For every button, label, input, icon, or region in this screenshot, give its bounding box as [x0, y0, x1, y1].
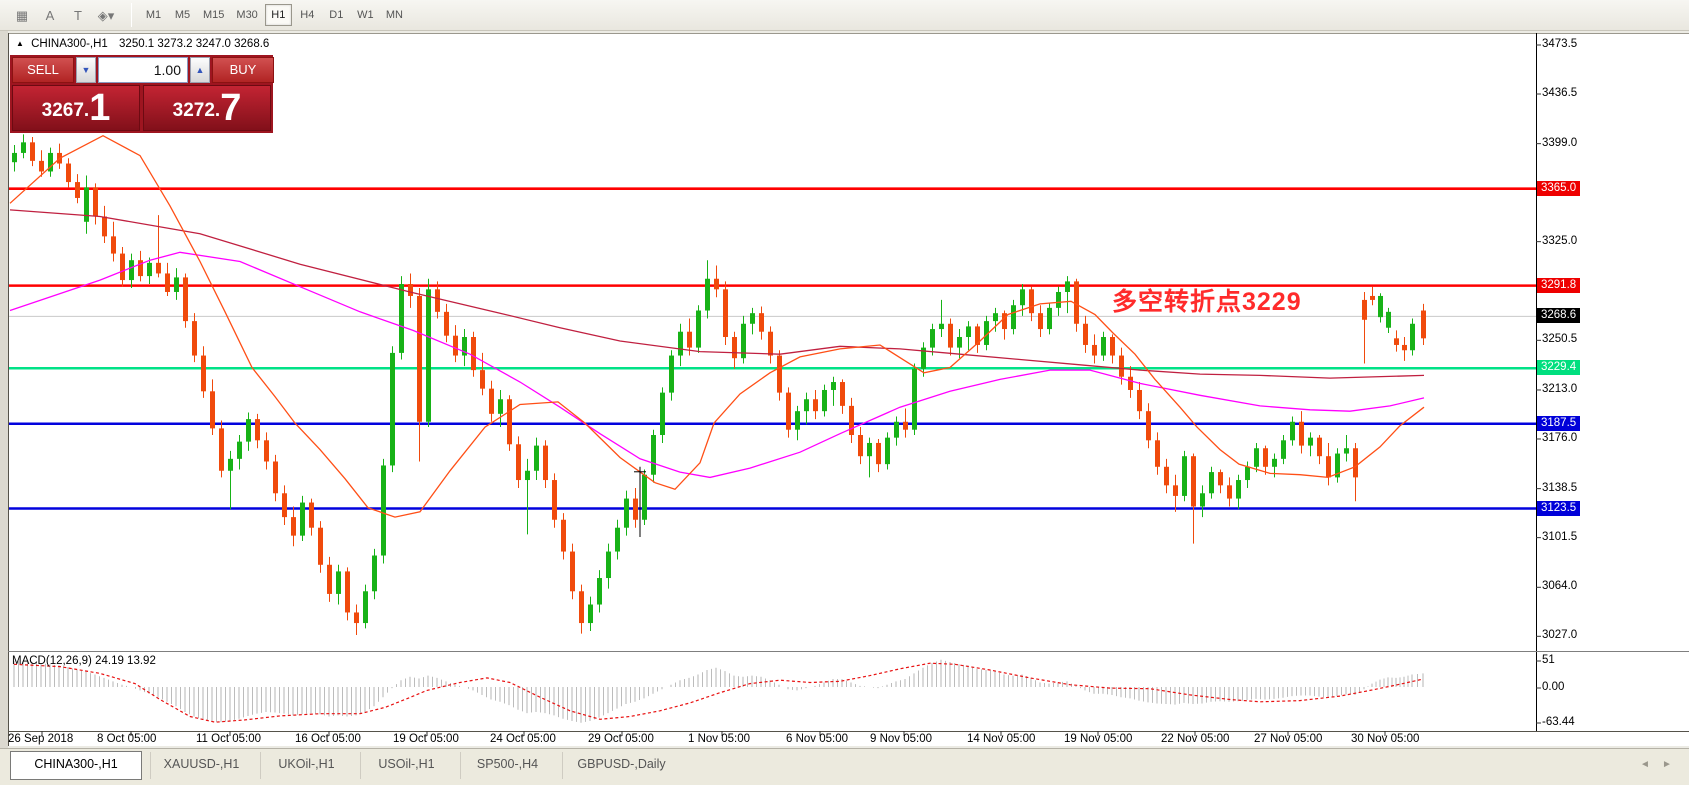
price-level-badge: 3291.8 — [1537, 277, 1581, 293]
timeframe-button-h4[interactable]: H4 — [294, 4, 321, 26]
time-axis-label: 14 Nov 05:00 — [967, 733, 1036, 745]
time-axis-label: 11 Oct 05:00 — [196, 733, 261, 745]
time-axis-label: 9 Nov 05:00 — [870, 733, 933, 745]
collapse-triangle-icon[interactable]: ▲ — [16, 39, 24, 48]
macd-axis-label: 51 — [1542, 654, 1555, 666]
chart-ohlc-values: 3250.1 3273.2 3247.0 3268.6 — [119, 38, 270, 50]
time-axis-label: 19 Nov 05:00 — [1064, 733, 1133, 745]
ask-price-pips: 7 — [220, 87, 242, 129]
bid-price-display[interactable]: 3267 . 1 — [12, 85, 140, 131]
macd-axis-label: -63.44 — [1542, 716, 1575, 728]
time-axis-label: 27 Nov 05:00 — [1254, 733, 1323, 745]
volume-increase-button[interactable]: ▲ — [190, 57, 210, 83]
chart-title: ▲ CHINA300-,H1 3250.1 3273.2 3247.0 3268… — [16, 38, 269, 50]
timeframe-button-m1[interactable]: M1 — [140, 4, 167, 26]
chart-tab-gbpusd[interactable]: GBPUSD-,Daily — [562, 752, 680, 779]
time-axis-label: 6 Nov 05:00 — [786, 733, 849, 745]
time-axis-label: 8 Oct 05:00 — [97, 733, 157, 745]
price-level-badge: 3229.4 — [1537, 360, 1581, 376]
price-level-badge: 3365.0 — [1537, 180, 1581, 196]
price-axis-label: 3027.0 — [1542, 629, 1578, 642]
buy-button[interactable]: BUY — [212, 57, 274, 83]
price-axis-label: 3176.0 — [1542, 431, 1578, 444]
chart-symbol-label: CHINA300-,H1 — [31, 38, 108, 50]
timeframe-button-m30[interactable]: M30 — [231, 4, 262, 26]
price-axis-label: 3250.5 — [1542, 333, 1578, 346]
price-level-badge: 3268.6 — [1537, 308, 1581, 324]
chart-tab-xauusd[interactable]: XAUUSD-,H1 — [150, 752, 252, 779]
main-toolbar: ▦ A T ◈▾ M1 M5 M15 M30 H1 H4 D1 W1 MN — [0, 0, 1689, 31]
ask-price-main: 3272 — [172, 100, 215, 121]
price-axis-label: 3325.0 — [1542, 234, 1578, 247]
shapes-dropdown-icon[interactable]: ◈▾ — [94, 4, 118, 26]
macd-axis-label: 0.00 — [1542, 681, 1565, 693]
timeframe-button-d1[interactable]: D1 — [323, 4, 350, 26]
text-box-t-icon[interactable]: T — [66, 4, 90, 26]
price-axis-label: 3138.5 — [1542, 481, 1578, 494]
time-axis-label: 26 Sep 2018 — [8, 733, 74, 745]
time-axis-label: 30 Nov 05:00 — [1351, 733, 1420, 745]
time-axis-label: 24 Oct 05:00 — [490, 733, 556, 745]
chart-tab-sp500[interactable]: SP500-,H4 — [460, 752, 554, 779]
tick-grid-f-icon[interactable]: ▦ — [10, 4, 34, 26]
price-axis-label: 3064.0 — [1542, 580, 1578, 593]
price-axis-label: 3101.5 — [1542, 530, 1578, 543]
chart-text-annotation: 多空转折点3229 — [1112, 288, 1302, 316]
chart-tab-usoil[interactable]: USOil-,H1 — [360, 752, 452, 779]
timeframe-toolbar: M1 M5 M15 M30 H1 H4 D1 W1 MN — [140, 4, 408, 26]
chart-tab-bar: CHINA300-,H1 XAUUSD-,H1 UKOil-,H1 USOil-,H1… — [0, 748, 1689, 785]
time-axis-label: 19 Oct 05:00 — [393, 733, 459, 745]
time-axis-label: 1 Nov 05:00 — [688, 733, 751, 745]
bid-price-pips: 1 — [89, 87, 111, 129]
ask-price-display[interactable]: 3272 . 7 — [143, 85, 271, 131]
timeframe-button-mn[interactable]: MN — [381, 4, 408, 26]
price-axis-label: 3399.0 — [1542, 136, 1578, 149]
time-axis-label: 16 Oct 05:00 — [295, 733, 361, 745]
time-axis-label: 22 Nov 05:00 — [1161, 733, 1230, 745]
timeframe-button-m15[interactable]: M15 — [198, 4, 229, 26]
volume-decrease-button[interactable]: ▼ — [76, 57, 96, 83]
price-axis-label: 3436.5 — [1542, 86, 1578, 99]
sell-button[interactable]: SELL — [12, 57, 74, 83]
price-axis-label: 3213.0 — [1542, 382, 1578, 395]
tabs-scroll-left-icon[interactable]: ◄ — [1640, 759, 1650, 770]
macd-indicator-label: MACD(12,26,9) 24.19 13.92 — [12, 655, 156, 667]
toolbar-separator — [131, 3, 132, 27]
price-level-badge: 3123.5 — [1537, 500, 1581, 516]
price-axis-label: 3473.5 — [1542, 38, 1578, 50]
time-axis-label: 29 Oct 05:00 — [588, 733, 654, 745]
chart-tab-china300[interactable]: CHINA300-,H1 — [10, 751, 142, 780]
text-label-a-icon[interactable]: A — [38, 4, 62, 26]
one-click-trade-panel: SELL ▼ ▲ BUY 3267 . 1 3272 . 7 — [10, 55, 274, 133]
tabs-scroll-right-icon[interactable]: ► — [1662, 759, 1672, 770]
timeframe-button-m5[interactable]: M5 — [169, 4, 196, 26]
chart-tab-ukoil[interactable]: UKOil-,H1 — [260, 752, 352, 779]
price-level-badge: 3187.5 — [1537, 415, 1581, 431]
timeframe-button-w1[interactable]: W1 — [352, 4, 379, 26]
bid-price-main: 3267 — [41, 100, 84, 121]
volume-input[interactable] — [98, 57, 188, 83]
timeframe-button-h1[interactable]: H1 — [264, 4, 292, 26]
